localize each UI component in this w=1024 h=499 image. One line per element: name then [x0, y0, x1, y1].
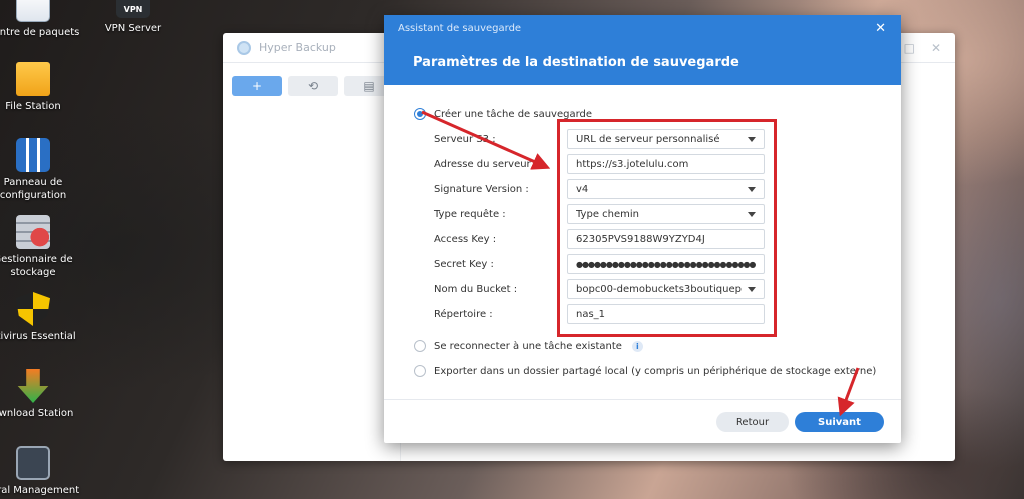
- desktop-icon-label: VPN Server: [104, 23, 162, 34]
- close-icon[interactable]: ✕: [875, 21, 886, 36]
- hyper-backup-title: Hyper Backup: [259, 41, 336, 54]
- add-task-button[interactable]: +: [232, 76, 282, 96]
- vpn-badge: VPN: [123, 5, 143, 14]
- window-controls: □ ✕: [904, 41, 941, 55]
- desktop-icon-label: Panneau de configuration: [0, 177, 67, 201]
- field-label-directory: Répertoire :: [434, 309, 493, 320]
- hyper-backup-task-list: [223, 101, 401, 461]
- desktop-icon-file-station[interactable]: File Station: [0, 62, 83, 113]
- desktop-icon-label: ntivirus Essential: [0, 331, 76, 342]
- dialog-header: Assistant de sauvegarde ✕ Paramètres de …: [384, 15, 901, 85]
- package-center-icon: [16, 0, 50, 22]
- desktop-icon-antivirus[interactable]: ntivirus Essential: [0, 292, 83, 343]
- backup-wizard-dialog: Assistant de sauvegarde ✕ Paramètres de …: [384, 15, 901, 443]
- field-label-server-address: Adresse du serveur :: [434, 159, 538, 170]
- history-button[interactable]: ⟲: [288, 76, 338, 96]
- field-label-s3-server: Serveur S3 :: [434, 134, 496, 145]
- back-button[interactable]: Retour: [716, 412, 789, 432]
- maximize-icon[interactable]: □: [904, 41, 915, 55]
- field-label-access-key: Access Key :: [434, 234, 497, 245]
- hyper-backup-logo-icon: [237, 40, 251, 55]
- desktop-icon-label: ntral Management: [0, 485, 80, 496]
- option-create-label: Créer une tâche de sauvegarde: [434, 108, 593, 120]
- dialog-app-title: Assistant de sauvegarde: [398, 23, 522, 34]
- hyper-backup-toolbar: + ⟲ ▤: [232, 76, 394, 96]
- storage-manager-icon: [16, 215, 50, 249]
- radio-export-local[interactable]: [414, 365, 426, 377]
- radio-reconnect-task[interactable]: [414, 340, 426, 352]
- desktop-icon-label: Centre de paquets: [0, 27, 80, 38]
- field-label-request-type: Type requête :: [434, 209, 506, 220]
- desktop-icon-central-management[interactable]: ntral Management: [0, 446, 83, 497]
- annotation-highlight-box: [557, 119, 777, 337]
- info-icon[interactable]: i: [631, 340, 643, 352]
- option-export-local[interactable]: Exporter dans un dossier partagé local (…: [414, 365, 876, 377]
- radio-create-task[interactable]: [414, 108, 426, 120]
- desktop-icon-storage-manager[interactable]: Gestionnaire de stockage: [0, 215, 83, 279]
- control-panel-icon: [16, 138, 50, 172]
- desktop-icon-control-panel[interactable]: Panneau de configuration: [0, 138, 83, 202]
- desktop-icon-label: ownload Station: [0, 408, 74, 419]
- desktop-icon-vpn-server[interactable]: VPN VPN Server: [83, 0, 183, 35]
- central-management-icon: [16, 446, 50, 480]
- field-label-signature-version: Signature Version :: [434, 184, 529, 195]
- desktop-icon-label: File Station: [5, 101, 61, 112]
- option-export-label: Exporter dans un dossier partagé local (…: [434, 365, 877, 377]
- download-arrow-icon: [17, 369, 49, 403]
- folder-icon: [16, 62, 50, 96]
- desktop-icon-download-station[interactable]: ownload Station: [0, 369, 83, 420]
- dialog-title: Paramètres de la destination de sauvegar…: [413, 55, 739, 70]
- desktop-icon-package-center[interactable]: Centre de paquets: [0, 0, 83, 39]
- option-reconnect-task[interactable]: Se reconnecter à une tâche existante i: [414, 340, 643, 352]
- shield-icon: [16, 292, 50, 326]
- desktop-icon-label: Gestionnaire de stockage: [0, 254, 73, 278]
- close-icon[interactable]: ✕: [931, 41, 941, 55]
- vpn-icon: VPN: [116, 0, 150, 18]
- field-label-secret-key: Secret Key :: [434, 259, 494, 270]
- dialog-body: Créer une tâche de sauvegarde Serveur S3…: [384, 85, 901, 399]
- next-button[interactable]: Suivant: [795, 412, 884, 432]
- field-label-bucket-name: Nom du Bucket :: [434, 284, 518, 295]
- option-reconnect-label: Se reconnecter à une tâche existante: [434, 340, 622, 352]
- dialog-footer: Retour Suivant: [384, 399, 901, 443]
